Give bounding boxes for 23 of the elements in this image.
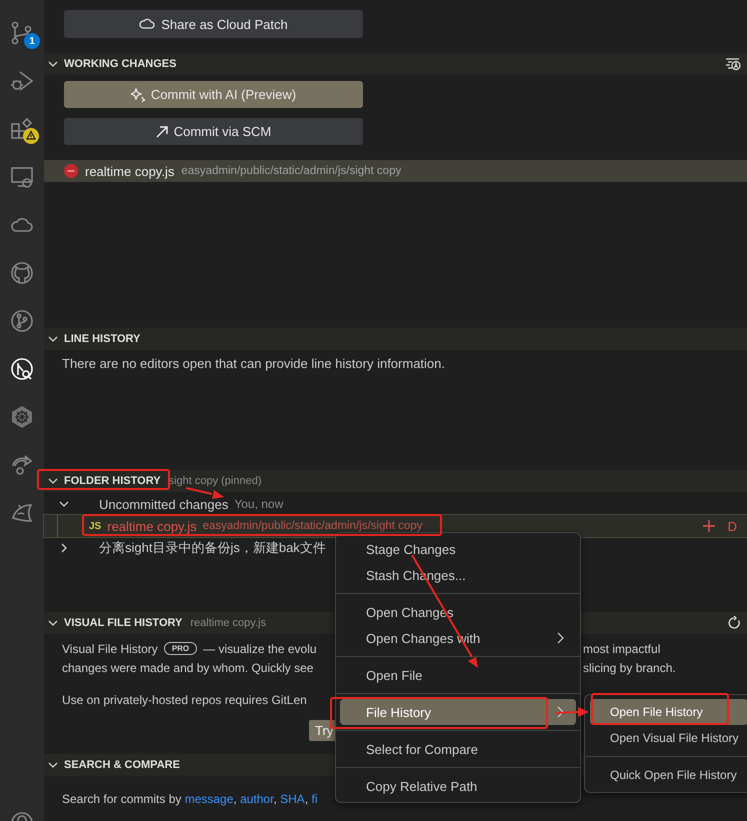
section-title: WORKING CHANGES (64, 58, 176, 70)
js-file-icon: JS (89, 520, 102, 532)
section-title: SEARCH & COMPARE (64, 759, 180, 771)
paragraph-text: most impactful (583, 642, 660, 656)
paragraph-text: Use on privately-hosted repos requires GitLen (62, 692, 307, 706)
paragraph-text: — visualize the evolu (203, 642, 317, 656)
section-description: realtime copy.js (190, 617, 266, 629)
section-description: sight copy (pinned) (168, 475, 262, 487)
section-title: LINE HISTORY (64, 333, 140, 345)
paragraph-text: changes were made and by whom. Quickly see (62, 660, 314, 674)
file-path: easyadmin/public/static/admin/js/sight copy (181, 165, 402, 177)
file-status: D (728, 518, 737, 534)
count-badge: 1 (24, 33, 40, 49)
pro-badge: PRO (164, 642, 198, 655)
file-name: realtime copy.js (107, 518, 197, 534)
file-path: easyadmin/public/static/admin/js/sight copy (202, 520, 422, 532)
empty-message: There are no editors open that can provide line history information. (61, 355, 446, 371)
paragraph-text: slicing by branch. (583, 660, 676, 674)
file-name: realtime copy.js (85, 164, 174, 178)
paragraph-text: Visual File History (62, 642, 158, 656)
section-title: VISUAL FILE HISTORY (64, 617, 182, 629)
section-title: FOLDER HISTORY (64, 475, 161, 487)
tree-meta: You, now (234, 497, 284, 511)
